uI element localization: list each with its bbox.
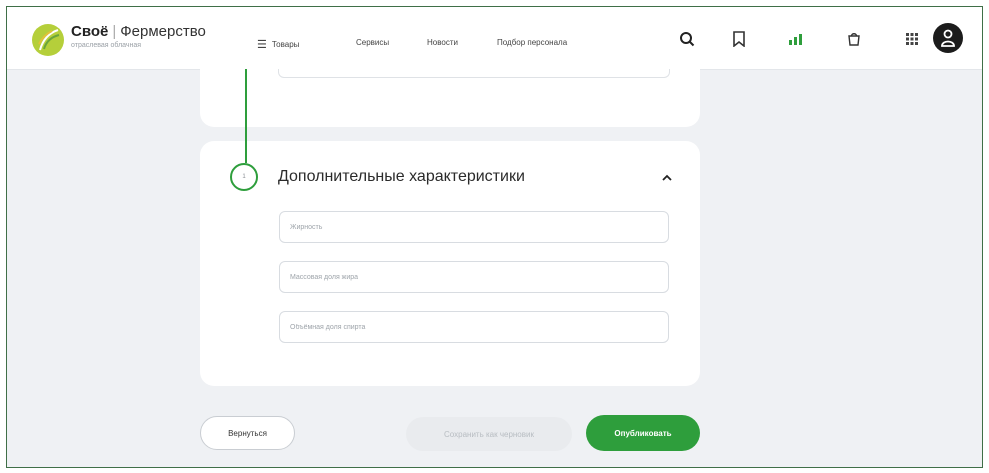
back-button[interactable]: Вернуться [200, 416, 295, 450]
publish-button[interactable]: Опубликовать [586, 415, 700, 451]
logo-icon[interactable] [31, 23, 65, 57]
menu-icon: ☰ [257, 39, 267, 51]
save-draft-button[interactable]: Сохранить как черновик [406, 417, 572, 451]
alcohol-volume-fraction-input[interactable] [279, 311, 669, 343]
nav-services[interactable]: Сервисы [356, 38, 389, 47]
top-header: Своё | Фермерство отраслевая облачная ☰ Тов… [7, 7, 982, 70]
cart-icon[interactable] [842, 27, 866, 51]
step-timeline-line [245, 69, 247, 163]
nav-news[interactable]: Новости [427, 38, 458, 47]
previous-section-card [200, 69, 700, 127]
logo-separator: | [112, 23, 117, 40]
user-avatar-icon[interactable] [933, 23, 963, 53]
logo-brand: Своё [71, 23, 109, 40]
previous-section-field[interactable] [278, 69, 670, 78]
analytics-icon[interactable] [784, 27, 808, 51]
chevron-up-icon[interactable] [657, 167, 677, 187]
logo-tagline: отраслевая облачная [71, 42, 142, 49]
fat-mass-fraction-input[interactable] [279, 261, 669, 293]
logo-title[interactable]: Своё | Фермерство [71, 23, 206, 40]
nav-goods[interactable]: ☰ Товары [257, 38, 299, 51]
step-indicator: 1 [230, 163, 258, 191]
nav-staff-search[interactable]: Подбор персонала [497, 38, 567, 47]
nav-goods-label: Товары [271, 40, 300, 49]
search-icon[interactable] [675, 27, 699, 51]
section-title[interactable]: Дополнительные характеристики [278, 168, 525, 186]
app-window: Своё | Фермерство отраслевая облачная ☰ Тов… [6, 6, 983, 468]
apps-grid-icon[interactable] [900, 27, 924, 51]
bookmark-icon[interactable] [727, 27, 751, 51]
fat-content-input[interactable] [279, 211, 669, 243]
logo-product: Фермерство [120, 23, 206, 40]
